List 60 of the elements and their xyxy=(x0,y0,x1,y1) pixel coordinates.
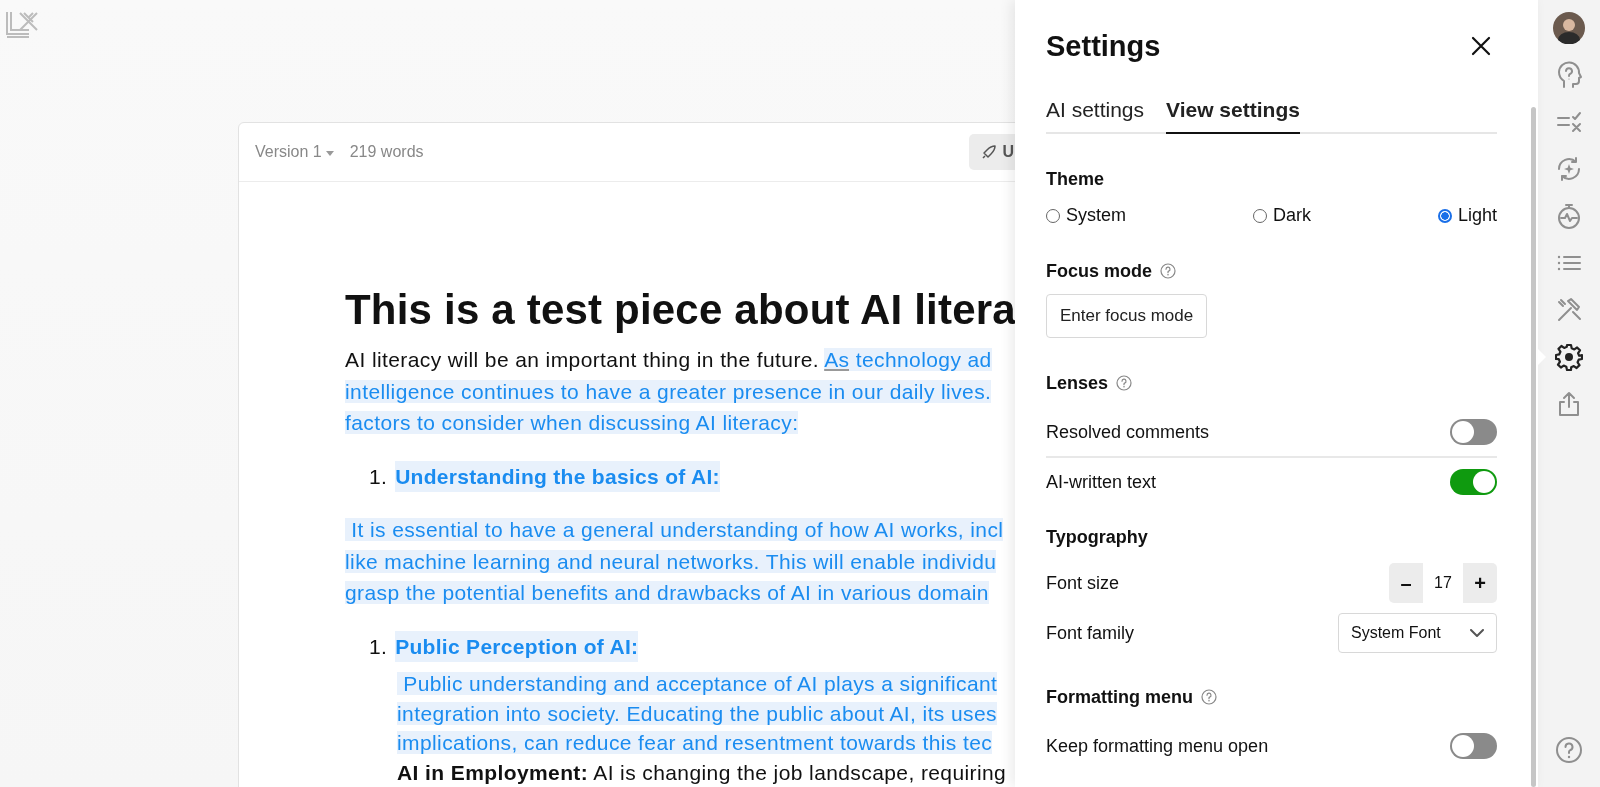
version-dropdown[interactable]: Version 1 xyxy=(255,143,334,161)
help-icon[interactable] xyxy=(1201,689,1217,705)
logo-icon[interactable] xyxy=(4,10,40,40)
ai-highlighted-text: factors to consider when discussing AI literacy: xyxy=(345,411,799,434)
body-text: AI in Employment: AI is changing the job landscape, requiring xyxy=(397,760,1007,784)
help-icon[interactable] xyxy=(1160,263,1176,279)
section-heading: Typography xyxy=(1046,526,1148,548)
font-size-field[interactable]: 17 xyxy=(1423,563,1463,603)
ai-highlighted-text: implications, can reduce fear and resentment towards this tec xyxy=(397,731,993,754)
setting-label: Font size xyxy=(1046,572,1120,594)
ai-highlighted-text: grasp the potential benefits and drawbacks of AI in various domain xyxy=(345,581,989,604)
radio-label: Light xyxy=(1457,205,1497,226)
help-icon[interactable] xyxy=(1555,735,1583,764)
caret-icon xyxy=(325,150,334,156)
avatar-icon[interactable] xyxy=(1553,11,1585,44)
ai-highlighted-text: like machine learning and neural networks. This will enable individu xyxy=(345,549,997,573)
settings-tab[interactable]: View settings xyxy=(1166,98,1300,134)
toggle-switch[interactable] xyxy=(1450,733,1497,759)
scrollbar[interactable] xyxy=(1531,107,1536,787)
list-number: 1. xyxy=(369,633,388,660)
setting-label: AI-written text xyxy=(1046,471,1157,493)
body-text: AI literacy will be an important thing in the future. xyxy=(345,348,821,371)
focus-mode-button[interactable]: Enter focus mode xyxy=(1046,294,1208,338)
section-heading: Focus mode xyxy=(1046,260,1152,282)
rocket-icon xyxy=(980,144,997,160)
settings-tab[interactable]: AI settings xyxy=(1046,98,1145,134)
word-count: 219 words xyxy=(349,143,424,161)
chevron-down-icon xyxy=(1470,628,1484,638)
section-heading: Lenses xyxy=(1046,372,1109,394)
ai-highlighted-text: As xyxy=(824,348,850,371)
head-question-icon[interactable] xyxy=(1555,60,1583,89)
settings-icon[interactable] xyxy=(1555,342,1583,371)
setting-label: Keep formatting menu open xyxy=(1046,735,1269,757)
radio-label: System xyxy=(1066,205,1126,226)
radio-button[interactable] xyxy=(1437,208,1452,223)
toggle-switch[interactable] xyxy=(1450,469,1497,495)
list-heading: Public Perception of AI: xyxy=(395,630,639,662)
ai-highlighted-text: intelligence continues to have a greater presence in our daily lives. xyxy=(345,379,992,403)
panel-title: Settings xyxy=(1046,29,1161,63)
section-heading: Theme xyxy=(1046,168,1105,190)
ai-highlighted-text: It is essential to have a general understanding of how AI works, incl xyxy=(345,518,1004,541)
increase-button[interactable]: + xyxy=(1463,563,1497,603)
setting-label: Resolved comments xyxy=(1046,421,1210,443)
stopwatch-icon[interactable] xyxy=(1555,201,1583,230)
section-heading: Formatting menu xyxy=(1046,686,1193,708)
setting-label: Font family xyxy=(1046,622,1135,644)
ai-highlighted-text: integration into society. Educating the public about AI, its uses xyxy=(397,701,997,725)
font-family-dropdown[interactable]: System Font xyxy=(1338,613,1497,653)
radio-label: Dark xyxy=(1272,205,1311,226)
ai-highlighted-text: Public understanding and acceptance of AI plays a significant xyxy=(397,672,998,695)
list-number: 1. xyxy=(369,463,388,490)
toggle-switch[interactable] xyxy=(1450,419,1497,445)
sparkle-cycle-icon[interactable] xyxy=(1555,154,1583,183)
list-heading: Understanding the basics of AI: xyxy=(395,460,720,492)
close-icon[interactable] xyxy=(1471,36,1491,56)
toolbar-button[interactable]: U xyxy=(968,134,1015,170)
help-icon[interactable] xyxy=(1116,375,1133,391)
decrease-button[interactable]: – xyxy=(1389,563,1423,603)
ai-highlighted-text: technology ad xyxy=(849,348,992,371)
tools-icon[interactable] xyxy=(1555,295,1583,324)
